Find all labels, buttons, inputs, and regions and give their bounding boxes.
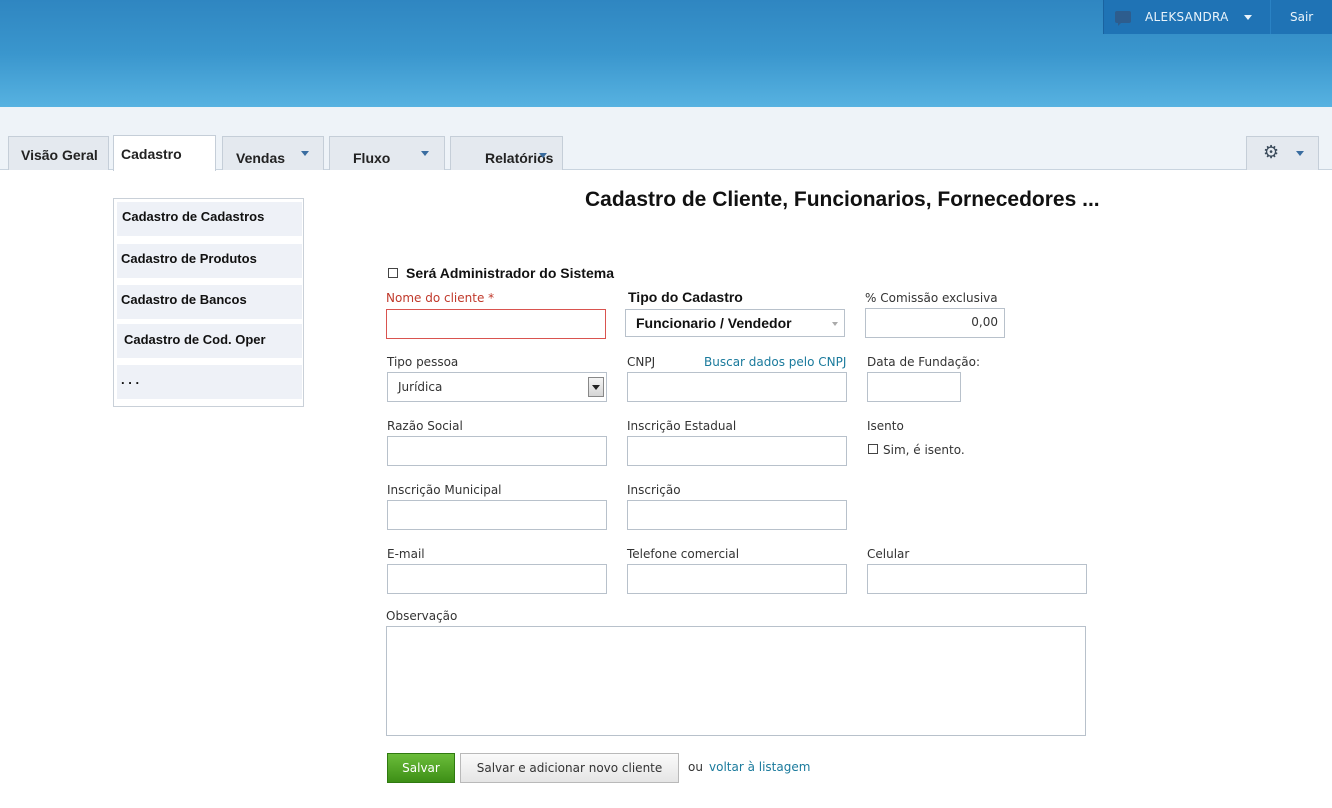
nome-label-text: Nome do cliente	[386, 291, 485, 305]
chat-icon[interactable]	[1115, 11, 1131, 26]
admin-checkbox[interactable]	[388, 268, 398, 278]
tipo-cadastro-value: Funcionario / Vendedor	[636, 315, 792, 331]
menu-item-cadastro-de-produtos[interactable]: Cadastro de Produtos	[117, 244, 302, 278]
data-fundacao-input[interactable]	[867, 372, 961, 402]
cnpj-input[interactable]	[627, 372, 847, 402]
data-fundacao-label: Data de Fundação:	[867, 355, 981, 369]
inscricao-input[interactable]	[627, 500, 847, 530]
chevron-down-icon	[832, 322, 838, 326]
razao-social-label: Razão Social	[387, 419, 463, 433]
telefone-input[interactable]	[627, 564, 847, 594]
tab-relatorios[interactable]: Relatórios	[450, 136, 563, 170]
inscricao-municipal-label: Inscrição Municipal	[387, 483, 502, 497]
dropdown-arrow-icon[interactable]	[588, 377, 604, 397]
menu-item-more[interactable]: . . .	[117, 365, 302, 399]
isento-label: Isento	[867, 419, 904, 433]
tab-visao-geral[interactable]: Visão Geral	[8, 136, 109, 170]
tipo-pessoa-label: Tipo pessoa	[387, 355, 459, 369]
observacao-textarea[interactable]	[386, 626, 1086, 736]
nome-input[interactable]	[386, 309, 606, 339]
tab-label: Vendas	[236, 150, 286, 166]
menu-item-label: Cadastro de Produtos	[121, 251, 257, 266]
menu-item-label: Cadastro de Bancos	[121, 292, 247, 307]
chevron-down-icon[interactable]	[1244, 15, 1252, 20]
isento-checkbox-label: Sim, é isento.	[883, 443, 965, 457]
tab-label: Cadastro	[121, 146, 182, 162]
tab-cadastro[interactable]: Cadastro	[113, 135, 216, 171]
tab-label: Visão Geral	[21, 147, 98, 163]
save-button[interactable]: Salvar	[387, 753, 455, 783]
email-label: E-mail	[387, 547, 425, 561]
nome-label: Nome do cliente *	[386, 291, 494, 305]
inscricao-municipal-input[interactable]	[387, 500, 607, 530]
menu-item-cadastro-de-bancos[interactable]: Cadastro de Bancos	[117, 285, 302, 319]
username-menu[interactable]: ALEKSANDRA	[1145, 10, 1229, 24]
cadastro-dropdown-menu: Cadastro de Cadastros Cadastro de Produt…	[113, 198, 304, 407]
comissao-input[interactable]: 0,00	[865, 308, 1005, 338]
menu-item-cadastro-de-cadastros[interactable]: Cadastro de Cadastros	[117, 202, 302, 236]
email-input[interactable]	[387, 564, 607, 594]
inscricao-estadual-input[interactable]	[627, 436, 847, 466]
tipo-cadastro-select[interactable]: Funcionario / Vendedor	[625, 309, 845, 337]
celular-input[interactable]	[867, 564, 1087, 594]
save-and-add-button[interactable]: Salvar e adicionar novo cliente	[460, 753, 679, 783]
chevron-down-icon	[539, 153, 547, 158]
menu-item-label: Cadastro de Cod. Oper	[124, 332, 266, 347]
telefone-label: Telefone comercial	[627, 547, 740, 561]
isento-checkbox[interactable]	[868, 444, 878, 454]
user-bar: ALEKSANDRA Sair	[1103, 0, 1332, 34]
divider	[1270, 0, 1271, 34]
required-mark: *	[488, 291, 495, 305]
razao-social-input[interactable]	[387, 436, 607, 466]
admin-checkbox-label: Será Administrador do Sistema	[406, 265, 614, 281]
tab-label: Fluxo	[353, 150, 391, 166]
menu-item-label: . . .	[121, 372, 140, 387]
comissao-label: % Comissão exclusiva	[865, 291, 998, 305]
tab-fluxo[interactable]: Fluxo	[329, 136, 445, 170]
menu-item-cadastro-de-cod-oper[interactable]: Cadastro de Cod. Oper	[117, 324, 302, 358]
tipo-pessoa-select[interactable]: Jurídica	[387, 372, 607, 402]
chevron-down-icon	[421, 151, 429, 156]
tab-vendas[interactable]: Vendas	[222, 136, 324, 170]
inscricao-label: Inscrição	[627, 483, 681, 497]
inscricao-estadual-label: Inscrição Estadual	[627, 419, 737, 433]
logout-link[interactable]: Sair	[1290, 10, 1313, 24]
chevron-down-icon	[301, 151, 309, 156]
chevron-down-icon	[1296, 151, 1304, 156]
menu-item-label: Cadastro de Cadastros	[122, 209, 265, 224]
buscar-cnpj-link[interactable]: Buscar dados pelo CNPJ	[704, 355, 846, 369]
app-header: ALEKSANDRA Sair	[0, 0, 1332, 107]
main-nav: Visão Geral Cadastro Vendas Fluxo Relató…	[0, 107, 1332, 171]
tipo-cadastro-label: Tipo do Cadastro	[628, 289, 743, 305]
page-title: Cadastro de Cliente, Funcionarios, Forne…	[585, 188, 1100, 211]
cnpj-label: CNPJ	[627, 355, 656, 369]
back-to-list-link[interactable]: voltar à listagem	[709, 760, 810, 774]
tipo-pessoa-value: Jurídica	[398, 380, 443, 394]
gear-icon: ⚙	[1263, 142, 1280, 163]
observacao-label: Observação	[386, 609, 458, 623]
celular-label: Celular	[867, 547, 910, 561]
comissao-value: 0,00	[971, 315, 998, 329]
settings-menu[interactable]: ⚙	[1246, 136, 1319, 170]
or-text: ou	[688, 760, 703, 774]
